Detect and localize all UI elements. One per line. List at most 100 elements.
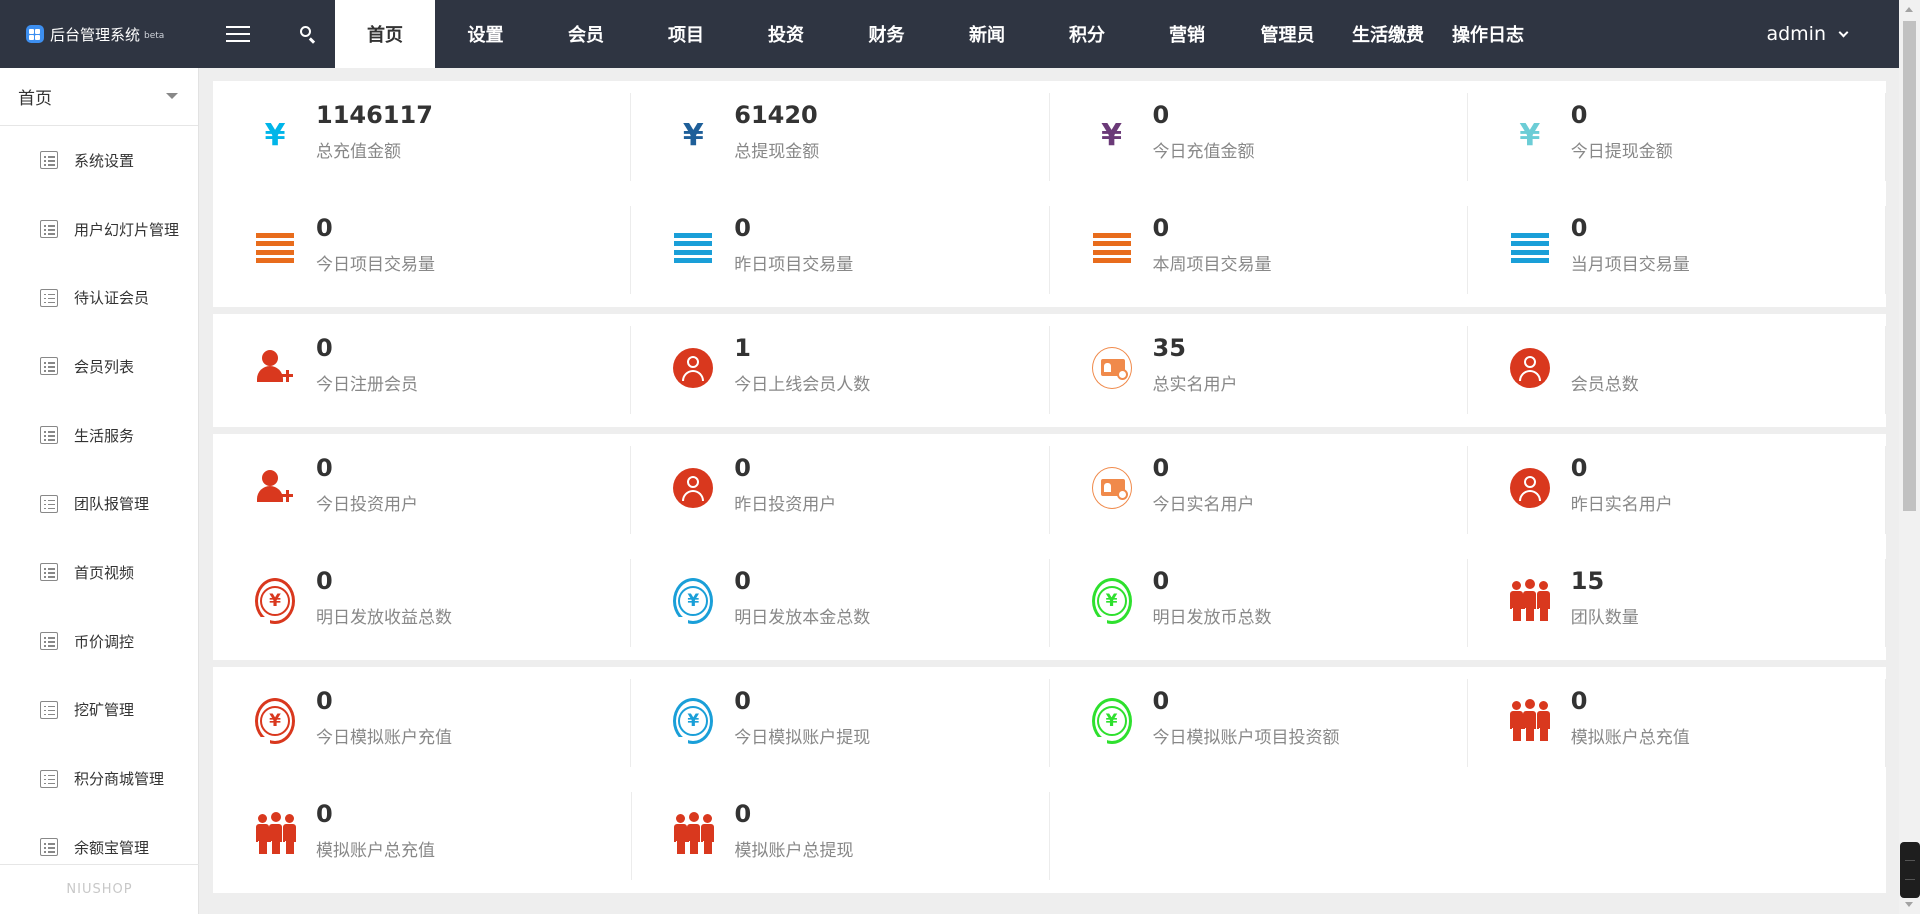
nav-tab[interactable]: 首页 xyxy=(335,0,435,68)
yen-cycle-icon: ¥ xyxy=(255,696,298,745)
nav-tab[interactable]: 操作日志 xyxy=(1438,0,1538,68)
nav-tab[interactable]: 项目 xyxy=(636,0,736,68)
stat-card[interactable]: 0 本周项目交易量 xyxy=(1050,194,1468,307)
stat-card[interactable]: ¥1146117 总充值金额 xyxy=(213,81,632,194)
beta-badge: beta xyxy=(144,31,165,41)
stat-card[interactable]: 15 团队数量 xyxy=(1468,547,1886,660)
sidebar-item[interactable]: 挖矿管理 xyxy=(0,676,198,745)
stat-card[interactable]: ¥0 今日模拟账户项目投资额 xyxy=(1050,667,1468,780)
stat-card[interactable]: 1 今日上线会员人数 xyxy=(631,314,1050,427)
sidebar-item[interactable]: 生活服务 xyxy=(0,401,198,470)
id-card-icon xyxy=(1091,347,1132,389)
stat-card[interactable]: 0 模拟账户总充值 xyxy=(213,780,632,893)
sidebar-item[interactable]: 会员列表 xyxy=(0,332,198,401)
stats-panel: ¥0 今日模拟账户充值 ¥0 今日模拟账户提现 ¥0 今日模拟账户项目投资额 0 模拟账户总充… xyxy=(213,667,1886,893)
stat-card[interactable]: ¥0 今日提现金额 xyxy=(1468,81,1886,194)
stat-card[interactable]: 0 今日项目交易量 xyxy=(213,194,632,307)
stat-value: 0 xyxy=(316,454,333,482)
sidebar-header[interactable]: 首页 xyxy=(0,68,198,126)
stat-card[interactable]: ¥0 今日模拟账户充值 xyxy=(213,667,632,780)
stat-value: 0 xyxy=(734,800,752,828)
stats-panel: 0 今日投资用户 0 昨日投资用户 0 今日实名用户 0 昨日实名用户 ¥0 明日发放收益总数 ¥0… xyxy=(213,434,1886,660)
stat-card[interactable]: ¥0 今日充值金额 xyxy=(1050,81,1468,194)
sidebar-item[interactable]: 币价调控 xyxy=(0,607,198,676)
sidebar-item[interactable]: 待认证会员 xyxy=(0,263,198,332)
nav-tab[interactable]: 积分 xyxy=(1037,0,1137,68)
yen-cycle-icon: ¥ xyxy=(1091,576,1135,625)
stat-value: 0 xyxy=(1152,454,1170,482)
stat-card[interactable]: 0 今日实名用户 xyxy=(1050,434,1468,547)
stat-card[interactable]: 会员总数 xyxy=(1468,314,1886,427)
sidebar-item[interactable]: 首页视频 xyxy=(0,538,198,607)
nav-tab[interactable]: 管理员 xyxy=(1237,0,1338,68)
yen-icon: ¥ xyxy=(1101,117,1122,153)
top-bar: 后台管理系统 beta 首页 设置 会员 项目 投资 财务 新闻 积分 营销 管理员 生活缴费 操作日… xyxy=(0,0,1899,68)
stat-value: 0 xyxy=(1152,214,1170,242)
stats-row: 0 今日项目交易量 0 昨日项目交易量 0 本周项目交易量 0 当月项目交易量 xyxy=(213,194,1886,307)
sidebar-footer-logo: NIUSHOP xyxy=(0,864,199,914)
stat-label: 当月项目交易量 xyxy=(1570,255,1690,275)
nav-tab[interactable]: 财务 xyxy=(836,0,937,68)
stat-label: 今日上线会员人数 xyxy=(734,375,871,395)
nav-tab[interactable]: 设置 xyxy=(435,0,536,68)
sidebar-item[interactable]: 系统设置 xyxy=(0,126,198,195)
sidebar-item-label: 用户幻灯片管理 xyxy=(74,220,180,239)
stat-value: 0 xyxy=(734,567,751,595)
stat-value: 0 xyxy=(316,800,333,828)
sidebar-item[interactable]: 团队报管理 xyxy=(0,469,198,538)
sidebar-item-label: 余额宝管理 xyxy=(74,838,150,857)
yen-icon: ¥ xyxy=(682,117,704,153)
nav-tab[interactable]: 生活缴费 xyxy=(1338,0,1438,68)
vertical-scrollbar[interactable] xyxy=(1899,0,1920,914)
stat-card[interactable]: 0 当月项目交易量 xyxy=(1468,194,1886,307)
sidebar-item-label: 积分商城管理 xyxy=(74,770,165,789)
yen-cycle-icon: ¥ xyxy=(673,696,717,745)
user-circle-icon xyxy=(1509,468,1550,508)
divider xyxy=(1049,792,1050,880)
stat-card[interactable]: 35 总实名用户 xyxy=(1050,314,1468,427)
stat-card[interactable]: ¥61420 总提现金额 xyxy=(631,81,1050,194)
yen-cycle-icon: ¥ xyxy=(1091,696,1135,745)
stat-card[interactable]: 0 今日投资用户 xyxy=(213,434,632,547)
user-circle-icon xyxy=(673,348,714,388)
search-icon[interactable] xyxy=(298,24,318,44)
stat-card[interactable]: ¥0 今日模拟账户提现 xyxy=(631,667,1050,780)
stat-card[interactable]: 0 模拟账户总提现 xyxy=(632,780,1050,893)
stat-label: 今日投资用户 xyxy=(316,495,418,515)
sidebar-item[interactable]: 积分商城管理 xyxy=(0,744,198,813)
stat-label: 模拟账户总提现 xyxy=(734,841,854,861)
sidebar-header-label: 首页 xyxy=(18,89,52,109)
stat-card[interactable]: 0 模拟账户总充值 xyxy=(1468,667,1886,780)
stat-card[interactable]: 0 今日注册会员 xyxy=(213,314,632,427)
list-icon xyxy=(40,632,58,651)
stat-card[interactable]: ¥0 明日发放收益总数 xyxy=(213,547,632,660)
app-logo[interactable]: 后台管理系统 beta xyxy=(26,0,164,68)
nav-tab[interactable]: 营销 xyxy=(1137,0,1237,68)
floating-handle[interactable] xyxy=(1900,842,1920,898)
user-menu[interactable]: admin xyxy=(1766,0,1849,68)
stat-label: 今日注册会员 xyxy=(316,375,418,395)
sidebar-item-label: 会员列表 xyxy=(74,357,135,376)
divider xyxy=(1885,446,1886,534)
chevron-down-icon xyxy=(1838,27,1849,37)
stat-card[interactable]: ¥0 明日发放币总数 xyxy=(1050,547,1468,660)
stat-label: 今日项目交易量 xyxy=(316,255,435,275)
stat-label: 明日发放收益总数 xyxy=(316,608,452,628)
scroll-thumb[interactable] xyxy=(1903,21,1916,511)
stat-card[interactable]: 0 昨日项目交易量 xyxy=(631,194,1050,307)
scroll-up-icon[interactable] xyxy=(1905,7,1913,12)
stat-value: 1 xyxy=(734,334,751,362)
stat-label: 总实名用户 xyxy=(1152,375,1238,395)
stat-card[interactable]: 0 昨日实名用户 xyxy=(1468,434,1886,547)
scroll-down-icon[interactable] xyxy=(1905,902,1913,907)
add-user-icon xyxy=(255,348,295,388)
hamburger-menu-icon[interactable] xyxy=(226,26,250,42)
nav-tab[interactable]: 投资 xyxy=(736,0,836,68)
stats-row: ¥1146117 总充值金额 ¥61420 总提现金额 ¥0 今日充值金额 ¥0 今日提现金额 xyxy=(213,81,1886,194)
nav-tab[interactable]: 会员 xyxy=(536,0,636,68)
stat-card[interactable]: ¥0 明日发放本金总数 xyxy=(631,547,1050,660)
stat-label: 明日发放本金总数 xyxy=(734,608,871,628)
sidebar-item[interactable]: 用户幻灯片管理 xyxy=(0,195,198,264)
nav-tab[interactable]: 新闻 xyxy=(937,0,1037,68)
stat-card[interactable]: 0 昨日投资用户 xyxy=(631,434,1050,547)
